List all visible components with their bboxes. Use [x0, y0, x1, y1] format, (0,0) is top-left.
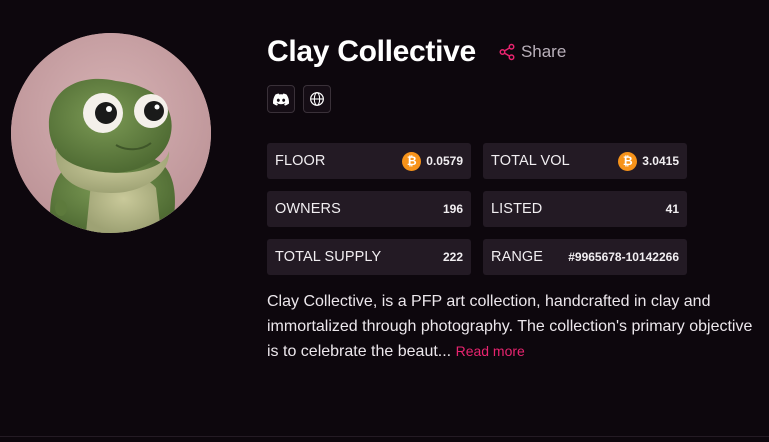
stat-value-group: ₿ 0.0579 [402, 151, 463, 171]
share-icon [499, 43, 515, 61]
read-more-link[interactable]: Read more [456, 343, 525, 359]
stat-value: #9965678-10142266 [568, 250, 679, 264]
discord-button[interactable] [267, 85, 295, 113]
stat-value: 41 [665, 202, 679, 216]
share-label: Share [520, 42, 567, 61]
divider [0, 436, 769, 437]
stat-value-group: ₿ 3.0415 [618, 151, 679, 171]
collection-title: Clay Collective [267, 35, 476, 68]
collection-avatar [11, 33, 211, 233]
stat-owners: OWNERS 196 [267, 191, 471, 227]
stat-listed: LISTED 41 [483, 191, 687, 227]
stat-label: TOTAL SUPPLY [275, 249, 382, 265]
stat-value: 222 [442, 250, 463, 264]
stat-value: 3.0415 [642, 154, 679, 168]
stat-label: TOTAL VOL [491, 153, 570, 169]
bitcoin-icon: ₿ [618, 151, 638, 171]
collection-page: Clay Collective Share FLOOR ₿ 0.0579 TOT… [0, 0, 769, 442]
stat-label: RANGE [491, 249, 544, 265]
title-row: Clay Collective Share [267, 34, 566, 70]
discord-icon [273, 93, 289, 106]
stat-label: OWNERS [275, 201, 341, 217]
stat-label: FLOOR [275, 153, 326, 169]
stat-value: 0.0579 [426, 154, 463, 168]
stat-range: RANGE #9965678-10142266 [483, 239, 687, 275]
stat-value: 196 [442, 202, 463, 216]
stat-total-supply: TOTAL SUPPLY 222 [267, 239, 471, 275]
stat-floor: FLOOR ₿ 0.0579 [267, 143, 471, 179]
share-button[interactable]: Share [498, 42, 566, 62]
stats-grid: FLOOR ₿ 0.0579 TOTAL VOL ₿ 3.0415 OWNERS… [267, 143, 687, 275]
frog-image [11, 33, 211, 233]
stat-total-vol: TOTAL VOL ₿ 3.0415 [483, 143, 687, 179]
stat-label: LISTED [491, 201, 543, 217]
bitcoin-icon: ₿ [402, 151, 422, 171]
globe-icon [310, 92, 324, 106]
website-button[interactable] [303, 85, 331, 113]
social-links [267, 85, 331, 113]
collection-description: Clay Collective, is a PFP art collection… [267, 290, 757, 365]
